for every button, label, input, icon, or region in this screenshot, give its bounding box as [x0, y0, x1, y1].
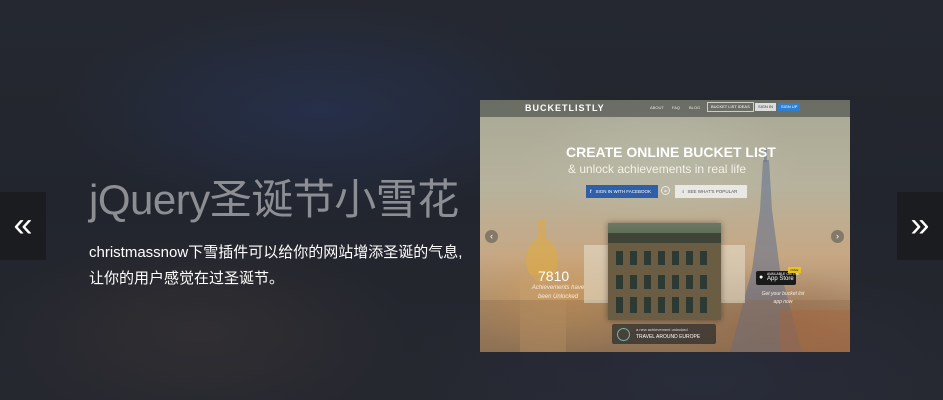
double-chevron-right-icon: »: [910, 206, 930, 244]
preview-hero-title: CREATE ONLINE BUCKET LIST: [566, 144, 776, 160]
preview-popular-button: ⌕ SEE WHAT'S POPULAR: [675, 185, 747, 198]
preview-caption-title: TRAVEL AROUND EUROPE: [636, 334, 701, 340]
preview-link-blog: BLOG: [689, 105, 701, 110]
preview-signup-button: SIGN UP: [778, 103, 801, 111]
preview-achievement-text: Achievements have been Unlocked: [531, 285, 585, 300]
preview-card-caption: a new achievement unlocked TRAVEL AROUND…: [612, 324, 716, 344]
search-icon: ⌕: [682, 189, 685, 194]
slide-title: jQuery圣诞节小雪花: [89, 176, 459, 223]
preview-facebook-label: SIGN IN WITH FACEBOOK: [595, 189, 652, 194]
preview-hero-subtitle: & unlock achievements in real life: [568, 162, 747, 176]
preview-link-about: ABOUT: [650, 105, 664, 110]
next-slide-button[interactable]: »: [897, 192, 943, 260]
slide-preview-image: BUCKETLISTLY ABOUT FAQ BLOG BUCKET LIST …: [480, 100, 850, 352]
preview-side-card-right: [721, 245, 745, 303]
preview-prev-arrow-icon: ‹: [485, 230, 498, 243]
slide-description: christmassnow下雪插件可以给你的网站增添圣诞的气息,让你的用户感觉在…: [89, 244, 463, 287]
badge-icon: [617, 328, 630, 341]
facebook-icon: f: [590, 189, 592, 194]
preview-popular-label: SEE WHAT'S POPULAR: [687, 189, 738, 194]
apple-icon: ●: [759, 274, 764, 281]
preview-app-store-badge: ● AVAILABLE ON THE App Store: [756, 271, 799, 285]
preview-link-faq: FAQ: [672, 105, 681, 110]
preview-achievement-count: 7810: [538, 268, 570, 284]
double-chevron-left-icon: «: [13, 206, 33, 244]
preview-facebook-button: f SIGN IN WITH FACEBOOK: [586, 185, 658, 198]
prev-slide-button[interactable]: «: [0, 192, 46, 260]
preview-building-photo: [608, 223, 721, 320]
carousel-slider: « jQuery圣诞节小雪花 christmassnow下雪插件可以给你的网站增…: [0, 0, 943, 400]
preview-signin-button: SIGN IN: [755, 103, 776, 111]
preview-ideas-button: BUCKET LIST IDEAS: [707, 102, 754, 112]
preview-side-card-left: [584, 245, 608, 303]
preview-caption-small: a new achievement unlocked: [636, 327, 688, 332]
preview-free-badge: FREE: [788, 267, 801, 273]
preview-or-divider: or: [661, 186, 670, 195]
building-facade-illustration: [608, 233, 721, 320]
preview-next-arrow-icon: ›: [831, 230, 844, 243]
preview-app-text: Get your bucket list app now: [761, 291, 805, 305]
preview-brand-logo: BUCKETLISTLY: [525, 103, 605, 113]
preview-appstore-big: App Store: [767, 276, 794, 282]
